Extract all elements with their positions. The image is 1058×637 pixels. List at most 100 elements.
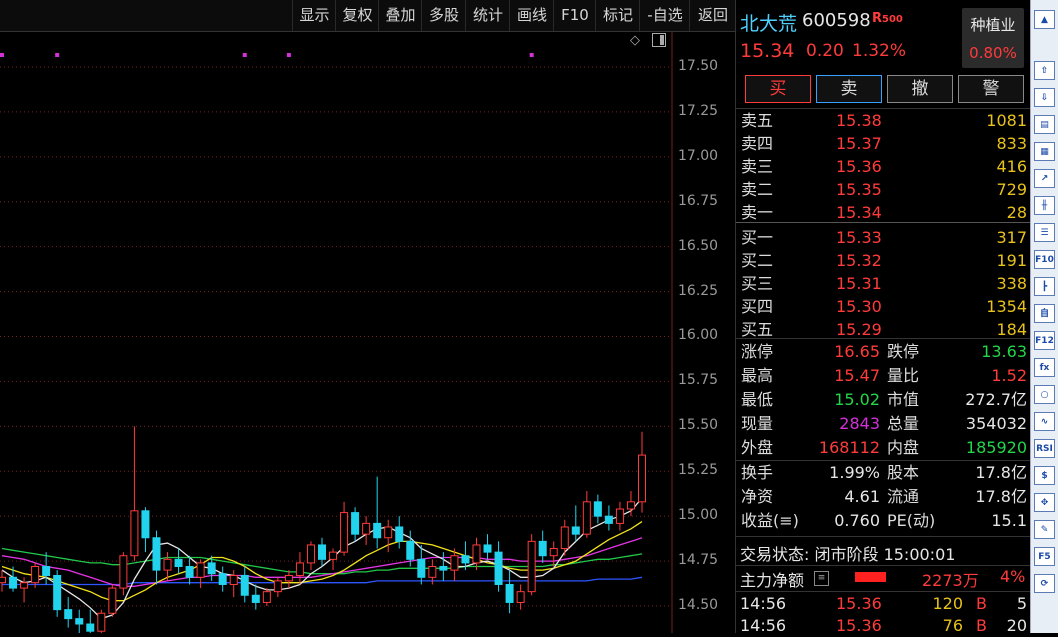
sidebar-RSI-icon[interactable]: RSI: [1034, 439, 1055, 458]
sidebar-F10-icon[interactable]: F10: [1034, 250, 1055, 269]
sidebar-up-arrow-icon[interactable]: ▲: [1034, 10, 1055, 29]
tick-time: 14:56: [740, 594, 787, 613]
sidebar-line-chart-icon[interactable]: ↗: [1034, 169, 1055, 188]
event-marker: [242, 53, 247, 57]
sidebar-wave-icon[interactable]: ∿: [1034, 412, 1055, 431]
event-marker: [286, 53, 291, 57]
level-price: 15.31: [836, 274, 882, 293]
sidebar-move-icon[interactable]: ✥: [1034, 493, 1055, 512]
level-volume: 833: [996, 134, 1027, 153]
sidebar-report-icon[interactable]: ▤: [1034, 115, 1055, 134]
toolbar-adjust-button[interactable]: 复权: [335, 0, 379, 31]
y-tick-label: 15.00: [678, 507, 719, 524]
toolbar-draw-button[interactable]: 画线: [509, 0, 554, 31]
ask-row[interactable]: 卖五 15.38 1081: [736, 109, 1031, 132]
level-label: 卖三: [741, 157, 774, 176]
candle-body: [582, 501, 591, 535]
kline-chart[interactable]: ◇ 17.50 17.25 17.00 16.75 16.50 16.25 16.00 15.…: [0, 31, 735, 633]
limit-down-value: 13.63: [981, 342, 1027, 361]
toolbar-multi-stock-button[interactable]: 多股: [421, 0, 466, 31]
candle-body: [615, 508, 624, 524]
alert-button[interactable]: 警: [958, 75, 1024, 103]
level-volume: 729: [996, 180, 1027, 199]
stats-row-turnover: 换手 1.99% 股本 17.8亿: [736, 461, 1031, 485]
mcap-value: 272.7亿: [965, 390, 1027, 409]
sidebar-dollar-icon[interactable]: $: [1034, 466, 1055, 485]
toolbar-display-button[interactable]: 显示: [292, 0, 336, 31]
sidebar-tree-icon[interactable]: ┣: [1034, 277, 1055, 296]
level-label: 买三: [741, 274, 774, 293]
tick-volume: 120: [932, 594, 963, 613]
sidebar-up-hollow-arrow-icon[interactable]: ⇧: [1034, 61, 1055, 80]
toolbar-watchlist-button[interactable]: -自选: [639, 0, 690, 31]
y-tick-label: 16.25: [678, 282, 719, 299]
level-label: 买一: [741, 228, 774, 247]
panel-toggle-icon[interactable]: [652, 33, 666, 47]
industry-box[interactable]: 种植业 0.80%: [962, 8, 1024, 68]
ask-row[interactable]: 卖四 15.37 833: [736, 132, 1031, 155]
candle-body: [119, 555, 128, 589]
candle-body: [251, 594, 260, 603]
toolbar-stats-button[interactable]: 统计: [465, 0, 510, 31]
toolbar-overlay-button[interactable]: 叠加: [378, 0, 422, 31]
sidebar-candle-icon[interactable]: ╫: [1034, 196, 1055, 215]
candle-body: [9, 576, 18, 589]
bid-row[interactable]: 买一 15.33 317: [736, 226, 1031, 249]
candle-body: [505, 583, 514, 603]
ask-row[interactable]: 卖三 15.36 416: [736, 155, 1031, 178]
sidebar-refresh-icon[interactable]: ⟳: [1034, 574, 1055, 593]
turnover-label: 换手: [741, 463, 774, 482]
candle-body: [108, 587, 117, 614]
sidebar-fx-icon[interactable]: fx: [1034, 358, 1055, 377]
cancel-order-button[interactable]: 撤: [887, 75, 953, 103]
sidebar-pencil-icon[interactable]: ✎: [1034, 520, 1055, 539]
level-volume: 28: [1006, 203, 1027, 222]
candle-body: [373, 522, 382, 539]
high-label: 最高: [741, 366, 774, 385]
candle-body: [31, 566, 40, 584]
level-label: 卖一: [741, 203, 774, 222]
pe-label: PE(动): [887, 511, 936, 530]
bid-row[interactable]: 买二 15.32 191: [736, 249, 1031, 272]
sidebar-grid-icon[interactable]: ▦: [1034, 142, 1055, 161]
list-icon[interactable]: ≡: [814, 571, 829, 586]
candle-body: [428, 566, 437, 578]
candle-body: [362, 522, 371, 535]
level-label: 卖五: [741, 111, 774, 130]
sidebar-list-icon[interactable]: ☰: [1034, 223, 1055, 242]
vol-ratio-value: 1.52: [991, 366, 1027, 385]
candle-body: [461, 555, 470, 564]
bid-row[interactable]: 买四 15.30 1354: [736, 295, 1031, 318]
tick-row: 14:56 15.36 120 B 5: [736, 593, 1031, 615]
tick-price: 15.36: [836, 616, 882, 635]
candle-body: [638, 454, 646, 503]
diamond-icon[interactable]: ◇: [630, 33, 640, 48]
sidebar-down-hollow-arrow-icon[interactable]: ⇩: [1034, 88, 1055, 107]
sidebar-circle-icon[interactable]: ○: [1034, 385, 1055, 404]
tick-volume: 76: [942, 616, 963, 635]
ask-row[interactable]: 卖二 15.35 729: [736, 178, 1031, 201]
sidebar-F12-icon[interactable]: F12: [1034, 331, 1055, 350]
level-price: 15.36: [836, 157, 882, 176]
buy-button[interactable]: 买: [745, 75, 811, 103]
sell-button[interactable]: 卖: [816, 75, 882, 103]
candle-body: [130, 510, 139, 557]
kline-svg[interactable]: [0, 31, 735, 633]
candle-body: [306, 544, 315, 564]
toolbar-f10-button[interactable]: F10: [553, 0, 596, 31]
bid-row[interactable]: 买三 15.31 338: [736, 272, 1031, 295]
candle-body: [472, 544, 481, 564]
level-volume: 1354: [986, 297, 1027, 316]
level-volume: 416: [996, 157, 1027, 176]
toolbar-mark-button[interactable]: 标记: [595, 0, 640, 31]
ask-row[interactable]: 卖一 15.34 28: [736, 201, 1031, 224]
y-tick-label: 15.50: [678, 417, 719, 434]
divider: [736, 591, 1031, 592]
sidebar-self-icon[interactable]: 自: [1034, 304, 1055, 323]
candle-body: [560, 526, 569, 550]
toolbar-back-button[interactable]: 返回: [689, 0, 736, 31]
candle-body: [329, 551, 338, 560]
y-tick-label: 16.50: [678, 237, 719, 254]
sidebar-F5-icon[interactable]: F5: [1034, 547, 1055, 566]
eps-label[interactable]: 收益(≡): [741, 509, 799, 533]
